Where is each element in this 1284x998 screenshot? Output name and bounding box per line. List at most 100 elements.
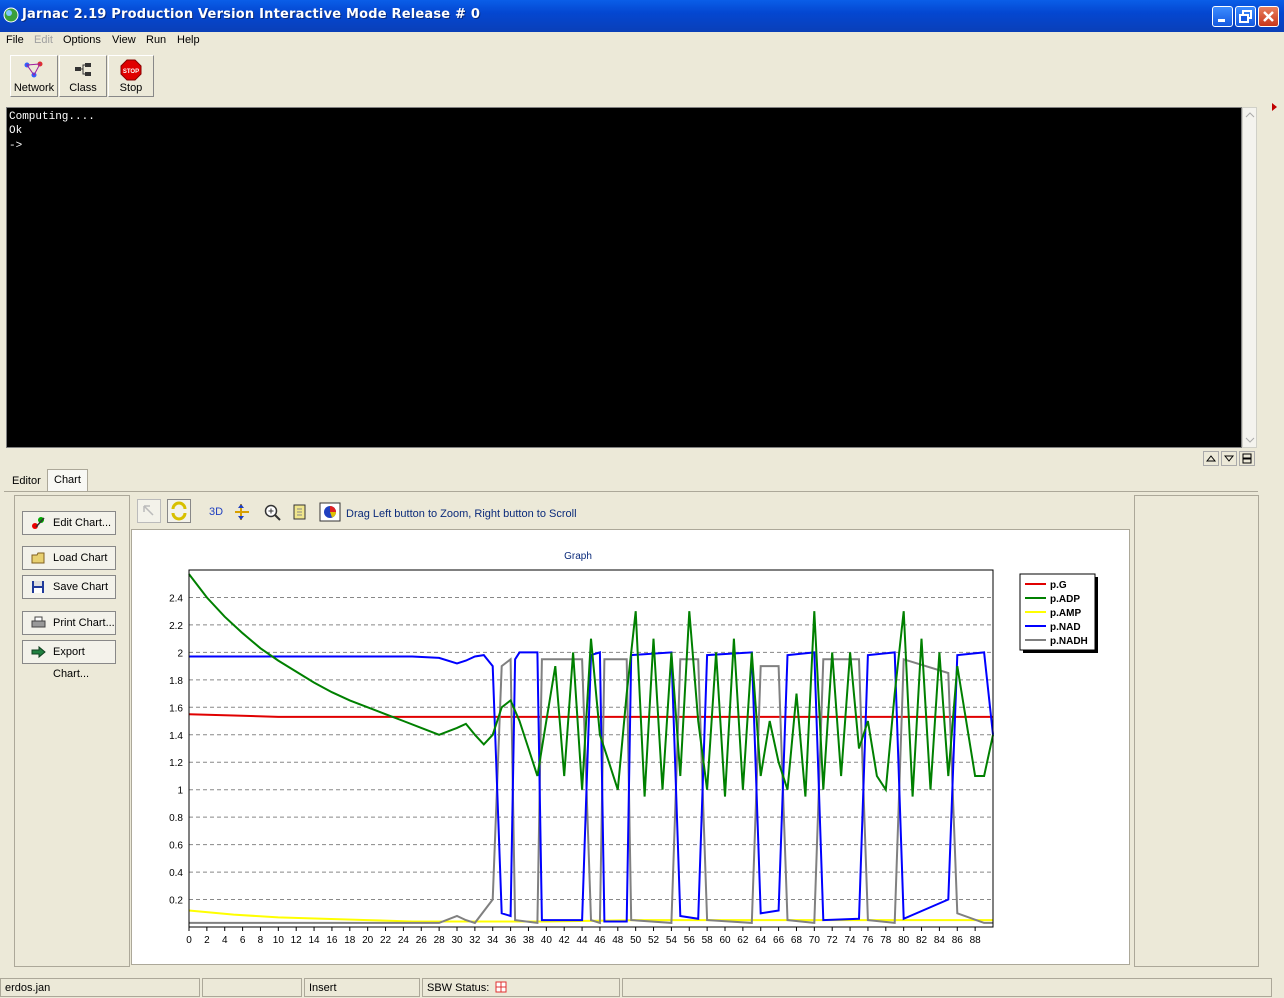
print-chart-label: Print Chart... (53, 617, 115, 629)
y-tick-label: 0.6 (169, 841, 183, 852)
console-line: Computing.... (9, 111, 95, 123)
series-lines (188, 573, 994, 925)
x-tick-label: 14 (309, 935, 321, 946)
status-empty (202, 978, 302, 997)
x-tick-label: 20 (362, 935, 374, 946)
x-tick-label: 66 (773, 935, 785, 946)
console-scrollbar[interactable] (1242, 107, 1257, 448)
load-chart-label: Load Chart (53, 552, 108, 564)
pointer-tool[interactable] (137, 499, 161, 523)
class-button[interactable]: Class (59, 55, 107, 97)
menu-bar: File Edit Options View Run Help (0, 32, 1284, 50)
load-chart-button[interactable]: Load Chart (22, 546, 116, 570)
menu-help[interactable]: Help (177, 34, 200, 46)
series-line-p-g (188, 713, 993, 718)
chart-toolbar: 3D Drag Left button to Zoom, Right butto… (131, 497, 1131, 527)
x-tick-label: 34 (487, 935, 499, 946)
toolbar (0, 50, 1284, 102)
x-tick-label: 6 (240, 935, 246, 946)
tab-chart[interactable]: Chart (47, 469, 88, 492)
x-tick-label: 10 (273, 935, 285, 946)
console-prompt: -> (9, 140, 23, 152)
x-tick-label: 58 (702, 935, 714, 946)
minimize-button[interactable] (1212, 6, 1233, 27)
splitter-restore-button[interactable] (1239, 451, 1255, 466)
close-button[interactable] (1258, 6, 1279, 27)
chart-toolbar-hint: Drag Left button to Zoom, Right button t… (346, 508, 577, 520)
menu-options[interactable]: Options (63, 34, 101, 46)
edit-chart-button[interactable]: Edit Chart... (22, 511, 116, 535)
menu-view[interactable]: View (112, 34, 136, 46)
window-title: Jarnac 2.19 Production Version Interacti… (22, 7, 481, 22)
class-icon (75, 63, 91, 76)
stop-button[interactable]: STOP Stop (108, 55, 154, 97)
arrow-pointer-icon (143, 505, 154, 516)
x-tick-label: 40 (541, 935, 553, 946)
page-icon[interactable] (291, 503, 311, 521)
x-tick-label: 12 (291, 935, 303, 946)
series-line-p-adp (188, 573, 994, 797)
status-file: erdos.jan (0, 978, 200, 997)
menu-file[interactable]: File (6, 34, 24, 46)
y-tick-label: 2.4 (169, 593, 183, 604)
menu-run[interactable]: Run (146, 34, 166, 46)
x-tick-label: 72 (827, 935, 839, 946)
sbw-status-icon (495, 981, 507, 993)
zoom-icon[interactable] (263, 503, 283, 521)
x-axis-ticks: 0 2 4 6 8 10 12 14 16 18 20 22 24 26 28 30 32 34 36 38 40 42 4… (186, 927, 981, 946)
chart-area[interactable]: Graph 0.2 0.4 0.6 0.8 1 1.2 1.4 1.6 1.8 2 2.2 2.4 0… (131, 529, 1130, 965)
y-tick-label: 1 (177, 786, 183, 797)
chart-svg[interactable]: Graph 0.2 0.4 0.6 0.8 1 1.2 1.4 1.6 1.8 2 2.2 2.4 0… (132, 530, 1129, 964)
x-tick-label: 0 (186, 935, 192, 946)
x-tick-label: 88 (970, 935, 982, 946)
series-line-p-nadh (189, 657, 993, 925)
open-folder-icon (31, 552, 45, 564)
chart-title: Graph (564, 551, 592, 562)
x-tick-label: 48 (612, 935, 624, 946)
scroll-down-icon (1245, 437, 1255, 443)
x-tick-label: 54 (666, 935, 678, 946)
toggle-3d-button[interactable]: 3D (209, 506, 223, 518)
triangle-up-icon (1205, 455, 1217, 462)
x-tick-label: 82 (916, 935, 928, 946)
maximize-button[interactable] (1235, 6, 1256, 27)
y-tick-label: 0.2 (169, 896, 183, 907)
edit-chart-icon (32, 517, 45, 529)
console-output[interactable]: Computing.... Ok -> (6, 107, 1242, 448)
x-tick-label: 74 (845, 935, 857, 946)
y-tick-label: 0.4 (169, 868, 183, 879)
rotate-tool[interactable] (167, 499, 191, 523)
close-icon (1263, 11, 1274, 22)
x-tick-label: 76 (862, 935, 874, 946)
y-tick-label: 1.8 (169, 676, 183, 687)
splitter-down-button[interactable] (1221, 451, 1237, 466)
tab-divider (4, 491, 1258, 492)
export-chart-label: Export Chart... (53, 646, 90, 680)
status-extra (622, 978, 1272, 997)
printer-icon (31, 616, 46, 628)
x-tick-label: 16 (326, 935, 338, 946)
export-chart-button[interactable]: Export Chart... (22, 640, 116, 680)
menu-edit[interactable]: Edit (34, 34, 53, 46)
y-tick-label: 2.2 (169, 621, 183, 632)
chart-editor-icon[interactable] (319, 502, 341, 522)
stop-label: Stop (119, 82, 143, 94)
save-chart-button[interactable]: Save Chart (22, 575, 116, 599)
y-tick-label: 2 (177, 648, 183, 659)
x-tick-label: 68 (791, 935, 803, 946)
x-tick-label: 62 (737, 935, 749, 946)
network-button[interactable]: Network (10, 55, 58, 97)
triangle-down-icon (1223, 455, 1235, 462)
tab-editor[interactable]: Editor (6, 471, 47, 491)
x-tick-label: 30 (451, 935, 463, 946)
right-panel (1134, 495, 1259, 967)
print-chart-button[interactable]: Print Chart... (22, 611, 116, 635)
title-bar: Jarnac 2.19 Production Version Interacti… (0, 0, 1284, 32)
chart-actions-panel: Edit Chart... Load Chart Save Chart Prin… (14, 495, 130, 967)
move-axis-icon[interactable] (232, 503, 252, 521)
splitter-up-button[interactable] (1203, 451, 1219, 466)
x-tick-label: 22 (380, 935, 392, 946)
save-chart-label: Save Chart (53, 581, 109, 593)
splitter-buttons (1203, 451, 1257, 467)
x-tick-label: 52 (648, 935, 660, 946)
